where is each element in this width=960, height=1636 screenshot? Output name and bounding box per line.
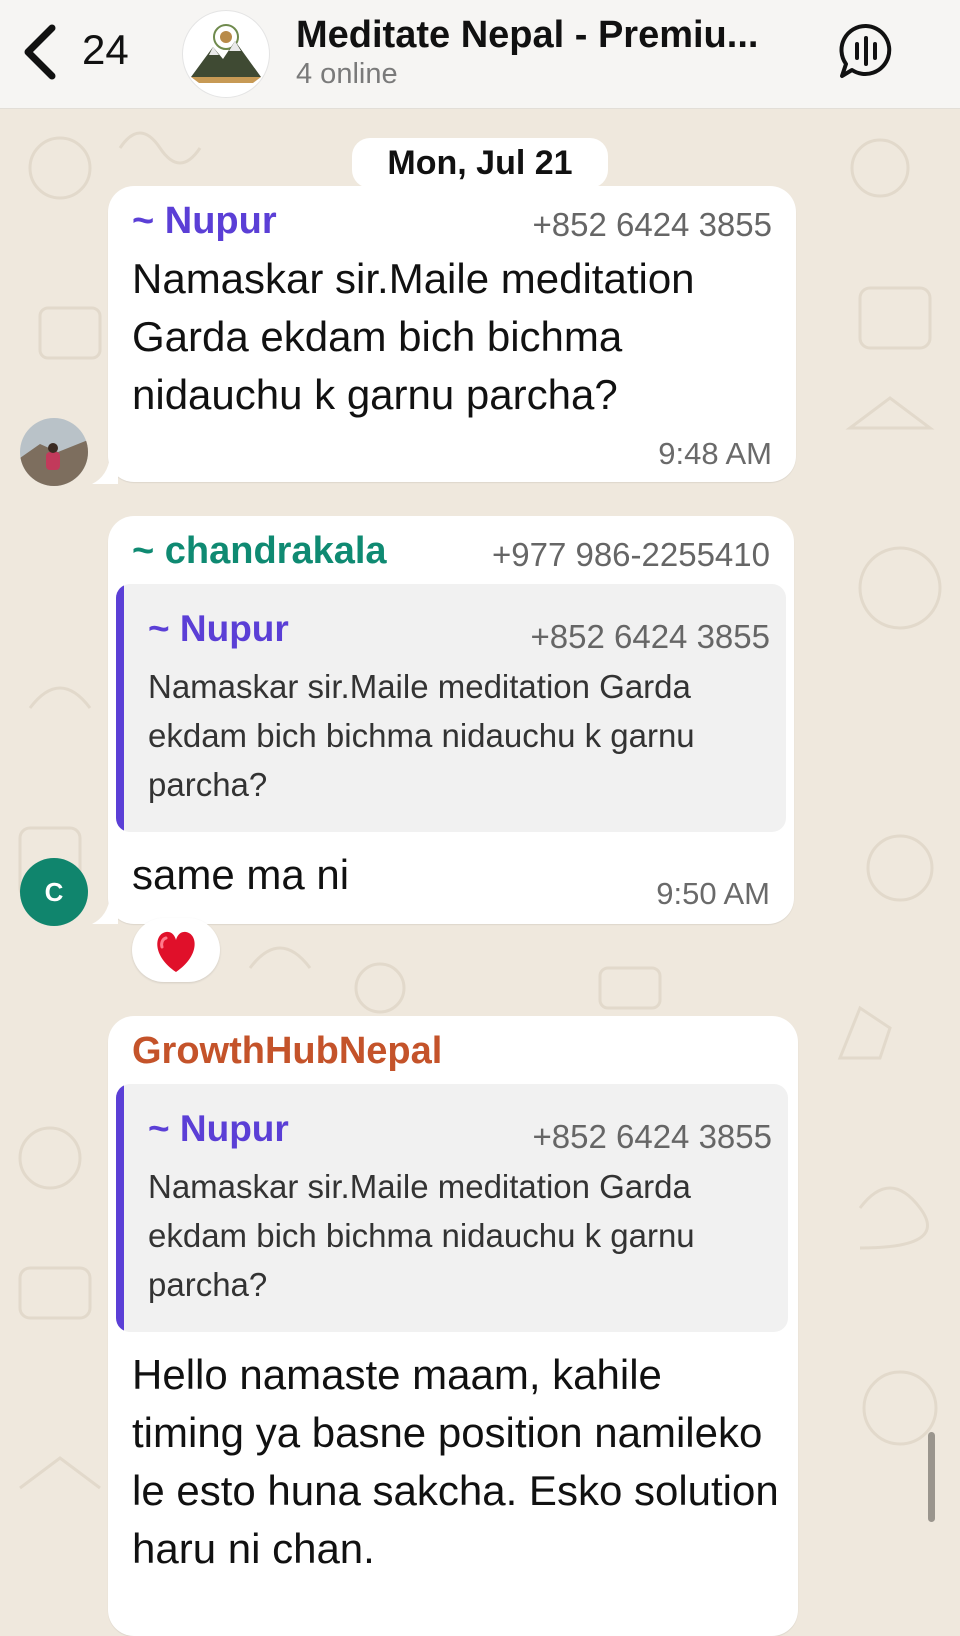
online-status: 4 online [296,58,398,90]
message-time: 9:50 AM [656,876,770,911]
message-bubble[interactable]: GrowthHubNepal ~ Nupur +852 6424 3855 Na… [108,1016,798,1636]
voice-chat-icon [839,23,892,78]
sender-phone: +852 6424 3855 [532,206,773,243]
group-avatar[interactable] [182,10,270,98]
chevron-left-icon [24,24,56,80]
heart-icon [157,931,195,972]
quote-accent-bar [116,1084,124,1332]
group-name[interactable]: Meditate Nepal - Premiu... [296,14,758,57]
message-time: 9:48 AM [658,436,772,471]
scrollbar[interactable] [928,1432,935,1522]
bubble-tail [92,896,118,924]
avatar[interactable] [20,418,88,486]
quote-sender-phone: +852 6424 3855 [532,1118,773,1155]
sender-name[interactable]: ~ chandrakala [132,530,387,573]
quote-text: Namaskar sir.Maile meditation Garda ekda… [148,1168,695,1303]
quoted-message[interactable]: ~ Nupur +852 6424 3855 Namaskar sir.Mail… [116,1084,788,1332]
voice-chat-button[interactable] [838,22,894,80]
quote-sender-name: ~ Nupur [148,608,289,649]
unread-count[interactable]: 24 [82,26,129,74]
bubble-tail [92,456,118,484]
sender-phone: +977 986-2255410 [491,536,770,573]
mountain-logo-icon [191,24,261,83]
reaction-badge[interactable] [132,918,220,982]
quote-sender-name: ~ Nupur [148,1108,289,1149]
profile-photo [20,418,88,486]
back-button[interactable] [18,22,62,82]
sender-name[interactable]: GrowthHubNepal [132,1030,442,1073]
quote-sender-phone: +852 6424 3855 [530,618,771,655]
message-bubble[interactable]: ~ Nupur +852 6424 3855 Namaskar sir.Mail… [108,186,796,482]
sender-name[interactable]: ~ Nupur [132,200,277,243]
quote-text: Namaskar sir.Maile meditation Garda ekda… [148,668,695,803]
message-text: Hello namaste maam, kahile timing ya bas… [132,1351,779,1572]
message-bubble[interactable]: ~ chandrakala +977 986-2255410 ~ Nupur +… [108,516,794,924]
date-separator: Mon, Jul 21 [352,138,608,188]
message-text: Namaskar sir.Maile meditation Garda ekda… [132,255,695,418]
quote-accent-bar [116,584,124,832]
avatar[interactable]: C [20,858,88,926]
message-text: same ma ni [132,851,350,898]
quoted-message[interactable]: ~ Nupur +852 6424 3855 Namaskar sir.Mail… [116,584,786,832]
chat-header: 24 Meditate Nepal - Premiu... 4 online [0,0,960,109]
